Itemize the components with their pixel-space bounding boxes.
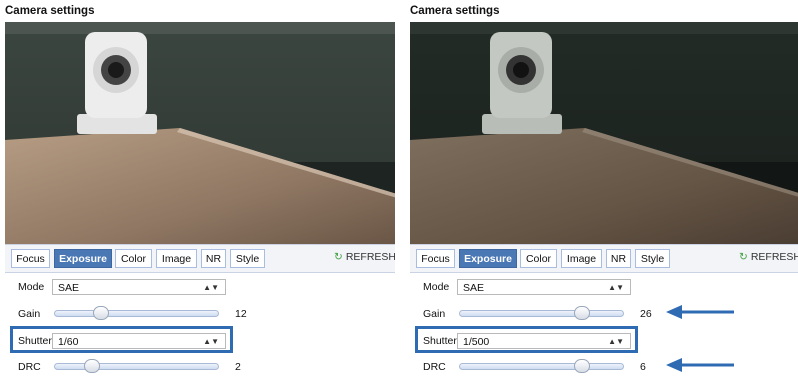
drc-label: DRC xyxy=(18,361,41,373)
mode-value: SAE xyxy=(58,282,80,294)
refresh-button[interactable]: ↻ REFRESH xyxy=(334,251,395,263)
shutter-highlight-box xyxy=(415,326,638,353)
tab-exposure[interactable]: Exposure xyxy=(459,249,517,268)
tab-focus[interactable]: Focus xyxy=(416,249,455,268)
tab-style[interactable]: Style xyxy=(230,249,265,268)
camera-preview-image xyxy=(5,22,395,244)
gain-slider-thumb[interactable] xyxy=(92,306,109,320)
tab-nr[interactable]: NR xyxy=(606,249,631,268)
refresh-icon: ↻ xyxy=(334,251,343,263)
drc-slider[interactable] xyxy=(54,359,219,373)
mode-label: Mode xyxy=(18,281,45,293)
mode-label: Mode xyxy=(423,281,450,293)
camera-panel-left: Camera settings Focus Exposure Color Ima… xyxy=(5,0,395,383)
tab-color[interactable]: Color xyxy=(520,249,557,268)
gain-value: 12 xyxy=(235,308,247,320)
tab-image[interactable]: Image xyxy=(561,249,602,268)
gain-slider-thumb[interactable] xyxy=(574,306,591,320)
tab-nr[interactable]: NR xyxy=(201,249,226,268)
mode-select[interactable]: SAE ▲▼ xyxy=(457,279,631,295)
tab-color[interactable]: Color xyxy=(115,249,152,268)
drc-value: 2 xyxy=(235,361,241,373)
gain-label: Gain xyxy=(423,308,446,320)
refresh-label: REFRESH xyxy=(750,251,798,263)
gain-label: Gain xyxy=(18,308,41,320)
mode-select[interactable]: SAE ▲▼ xyxy=(52,279,226,295)
drc-label: DRC xyxy=(423,361,446,373)
mode-value: SAE xyxy=(463,282,485,294)
panel-title: Camera settings xyxy=(410,5,500,17)
tab-exposure[interactable]: Exposure xyxy=(54,249,112,268)
camera-preview xyxy=(410,22,798,244)
drc-slider-thumb[interactable] xyxy=(574,359,591,373)
camera-preview xyxy=(5,22,395,244)
camera-preview-image xyxy=(410,22,798,244)
gain-arrow-icon xyxy=(666,305,734,319)
gain-slider[interactable] xyxy=(54,306,219,320)
drc-arrow-icon xyxy=(666,358,734,372)
drc-value: 6 xyxy=(640,361,646,373)
settings-tabbar: Focus Exposure Color Image NR Style ↻ REF… xyxy=(5,244,395,273)
tab-focus[interactable]: Focus xyxy=(11,249,50,268)
select-arrows-icon: ▲▼ xyxy=(203,283,219,292)
camera-panel-right: Camera settings Focus Exposure Color Ima… xyxy=(410,0,798,383)
tab-style[interactable]: Style xyxy=(635,249,670,268)
panel-title: Camera settings xyxy=(5,5,95,17)
tab-image[interactable]: Image xyxy=(156,249,197,268)
refresh-label: REFRESH xyxy=(345,251,395,263)
select-arrows-icon: ▲▼ xyxy=(608,283,624,292)
refresh-button[interactable]: ↻ REFRESH xyxy=(739,251,798,263)
gain-value: 26 xyxy=(640,308,652,320)
drc-slider-thumb[interactable] xyxy=(84,359,101,373)
settings-tabbar: Focus Exposure Color Image NR Style ↻ REF… xyxy=(410,244,798,273)
shutter-highlight-box xyxy=(10,326,233,353)
refresh-icon: ↻ xyxy=(739,251,748,263)
gain-slider[interactable] xyxy=(459,306,624,320)
drc-slider[interactable] xyxy=(459,359,624,373)
